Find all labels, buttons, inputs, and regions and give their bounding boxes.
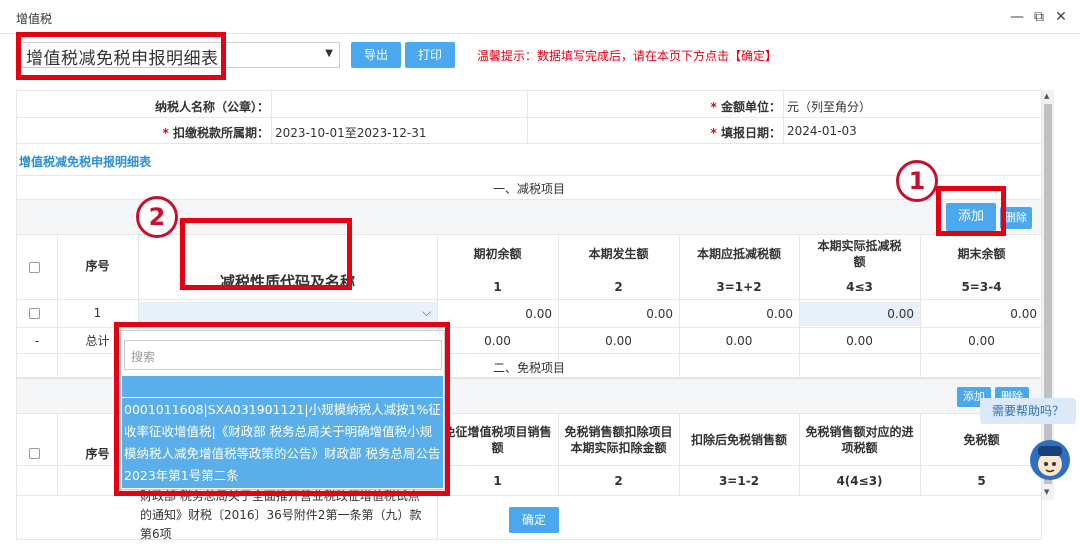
row-actual-value[interactable]: 0.00 bbox=[799, 307, 920, 321]
restore-icon[interactable]: ⧉ bbox=[1030, 8, 1048, 26]
total-actual: 0.00 bbox=[846, 334, 873, 348]
period-label: * 扣缴税款所属期： bbox=[162, 126, 269, 140]
reduction-code-select[interactable] bbox=[139, 302, 437, 326]
exemption-num-3: 3=1-2 bbox=[718, 474, 760, 488]
annotation-circle-2: 2 bbox=[136, 196, 178, 238]
total-closing: 0.00 bbox=[968, 334, 995, 348]
section-title: 增值税减免税申报明细表 bbox=[19, 155, 152, 169]
date-value: 2024-01-03 bbox=[787, 124, 857, 138]
row-checkbox[interactable] bbox=[29, 308, 40, 319]
row-deductible-value: 0.00 bbox=[766, 307, 793, 321]
row-closing-value: 0.00 bbox=[1010, 307, 1037, 321]
taxpayer-label: 纳税人名称（公章）： bbox=[154, 100, 269, 114]
exemption-col-sales: 免征增值税项目销售额 bbox=[443, 425, 552, 455]
col-seq: 序号 bbox=[85, 259, 110, 273]
total-occurred: 0.00 bbox=[605, 334, 632, 348]
select-all-checkbox[interactable] bbox=[29, 262, 40, 273]
close-icon[interactable]: ✕ bbox=[1052, 8, 1070, 26]
unit-label: * 金额单位： bbox=[710, 100, 781, 114]
row-opening-value[interactable]: 0.00 bbox=[437, 307, 558, 321]
print-button[interactable]: 打印 bbox=[405, 42, 455, 68]
col-num-3: 3=1+2 bbox=[716, 279, 762, 294]
dropdown-search-input[interactable]: 搜索 bbox=[124, 340, 442, 370]
warm-tip: 温馨提示：数据填写完成后，请在本页下方点击【确定】 bbox=[477, 49, 778, 63]
chevron-down-icon: ⌵ bbox=[422, 305, 432, 319]
exemption-col-deduction: 免税销售额扣除项目本期实际扣除金额 bbox=[564, 425, 673, 455]
reduction-title: 一、减税项目 bbox=[493, 182, 566, 196]
total-dash: - bbox=[34, 334, 40, 348]
exemption-title: 二、免税项目 bbox=[493, 361, 566, 375]
col-num-5: 5=3-4 bbox=[961, 279, 1002, 294]
col-actual: 本期实际抵减税额 bbox=[817, 239, 902, 269]
exemption-code-text: 财政部 税务总局关于全面推开营业税改征增值税试点的通知》财税〔2016〕36号附… bbox=[140, 489, 422, 541]
window-title: 增值税 bbox=[16, 12, 53, 26]
exemption-num-4: 4(4≤3) bbox=[836, 474, 883, 488]
row-occurred-value[interactable]: 0.00 bbox=[558, 307, 679, 321]
exemption-num-2: 2 bbox=[614, 474, 623, 488]
reduction-add-button[interactable]: 添加 bbox=[946, 203, 996, 231]
dropdown-empty-option[interactable] bbox=[122, 376, 443, 397]
service-mascot-icon[interactable] bbox=[1028, 434, 1072, 484]
scrollbar-thumb[interactable] bbox=[1044, 104, 1052, 484]
exemption-select-all-checkbox[interactable] bbox=[29, 448, 40, 459]
total-opening: 0.00 bbox=[484, 334, 511, 348]
period-value: 2023-10-01至2023-12-31 bbox=[275, 126, 427, 140]
chevron-down-icon: ▼ bbox=[325, 48, 333, 59]
help-bubble[interactable]: 需要帮助吗？ bbox=[980, 398, 1076, 424]
search-placeholder: 搜索 bbox=[131, 350, 156, 364]
form-select-value: 增值税减免税申报明细表 bbox=[26, 49, 219, 69]
dropdown-option[interactable]: 0001011608|SXA031901121|小规模纳税人减按1%征收率征收增… bbox=[124, 399, 442, 487]
exemption-num-1: 1 bbox=[493, 474, 502, 488]
scroll-down-icon[interactable]: ▼ bbox=[1044, 488, 1049, 496]
window-titlebar: 增值税 — ⧉ ✕ bbox=[0, 0, 1080, 34]
col-num-4: 4≤3 bbox=[846, 279, 873, 294]
annotation-circle-1: 1 bbox=[896, 160, 938, 202]
col-occurred: 本期发生额 bbox=[588, 247, 649, 261]
row-seq: 1 bbox=[93, 306, 102, 320]
scroll-up-icon[interactable]: ▲ bbox=[1044, 92, 1049, 100]
confirm-button[interactable]: 确定 bbox=[509, 507, 559, 533]
col-closing: 期末余额 bbox=[957, 247, 1006, 261]
date-label: * 填报日期： bbox=[710, 126, 781, 140]
col-num-2: 2 bbox=[614, 279, 623, 294]
col-deductible: 本期应抵减税额 bbox=[696, 247, 781, 261]
export-button[interactable]: 导出 bbox=[351, 42, 401, 68]
exemption-col-after: 扣除后免税销售额 bbox=[690, 433, 787, 447]
col-num-1: 1 bbox=[493, 279, 502, 294]
reduction-delete-button[interactable]: 删除 bbox=[1000, 207, 1032, 229]
total-deductible: 0.00 bbox=[725, 334, 753, 348]
col-opening: 期初余额 bbox=[473, 247, 522, 261]
minimize-icon[interactable]: — bbox=[1008, 8, 1026, 26]
exemption-num-5: 5 bbox=[977, 474, 986, 488]
exemption-col-input-tax: 免税销售额对应的进项税额 bbox=[805, 425, 914, 455]
unit-value: 元（列至角分） bbox=[787, 100, 872, 114]
